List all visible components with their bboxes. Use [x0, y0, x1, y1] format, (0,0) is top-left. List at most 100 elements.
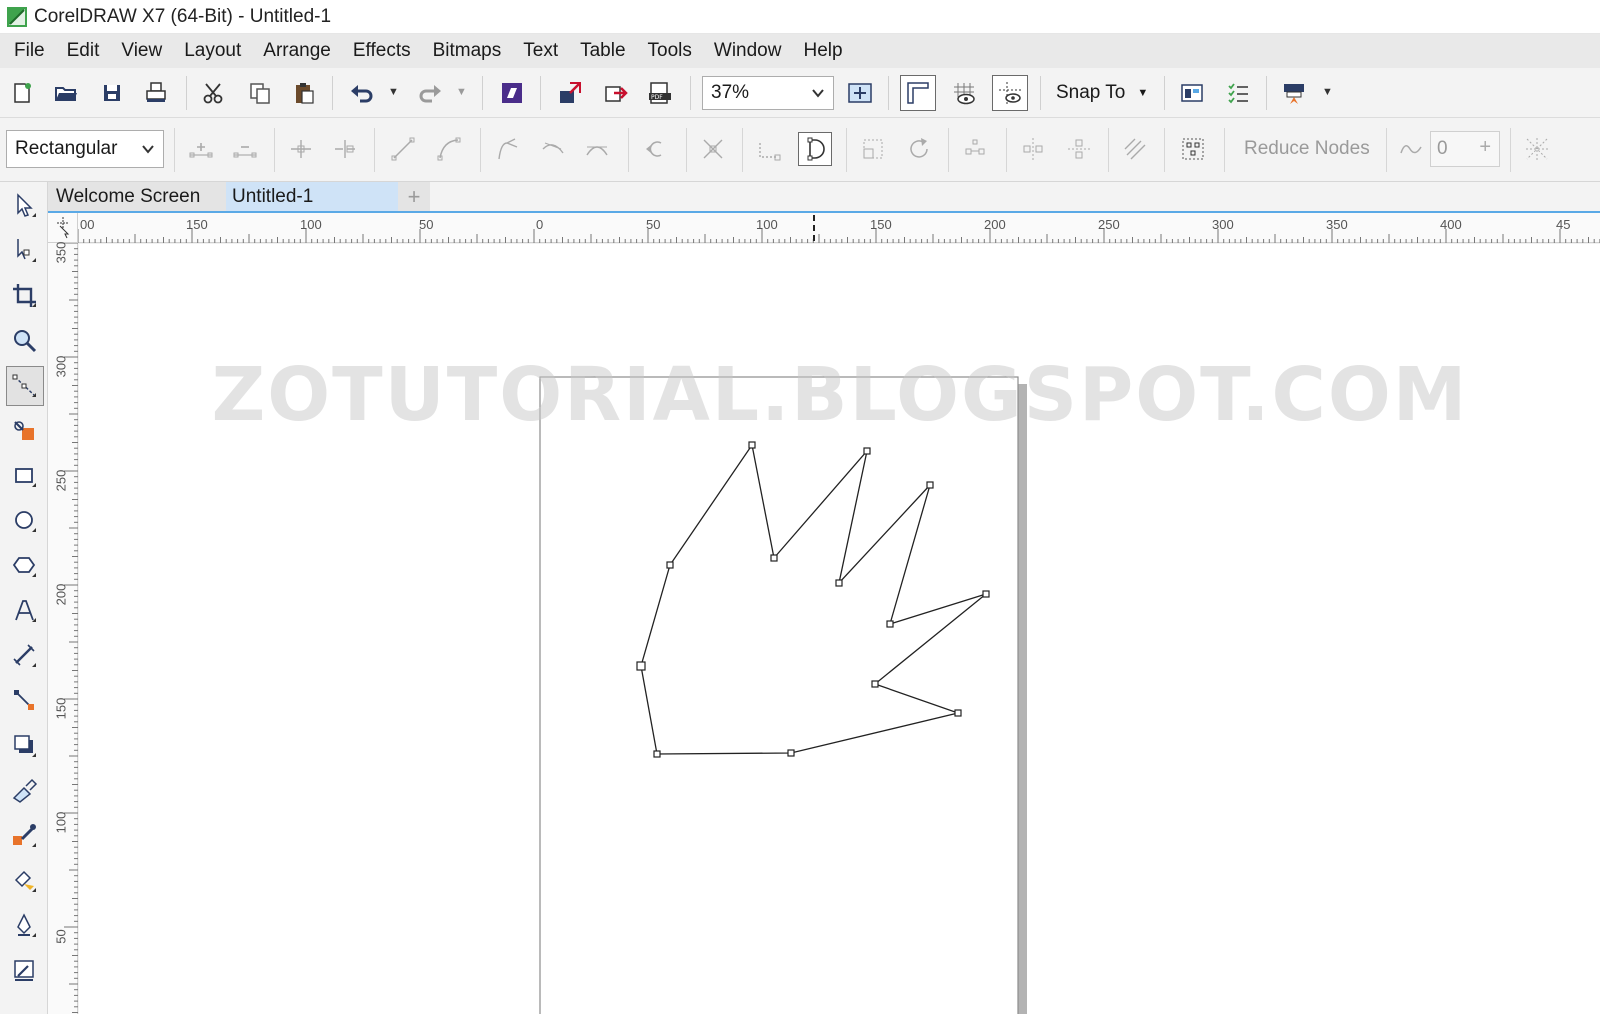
menu-bitmaps[interactable]: Bitmaps — [423, 40, 514, 62]
reflect-nodes-horizontal-button[interactable] — [1016, 132, 1050, 166]
color-eyedropper-tool[interactable] — [6, 816, 44, 856]
menu-help[interactable]: Help — [793, 40, 854, 62]
path-node[interactable] — [886, 620, 894, 628]
launcher-dropdown-arrow[interactable]: ▼ — [1322, 86, 1333, 98]
path-node[interactable] — [748, 441, 756, 449]
add-node-button[interactable] — [184, 132, 218, 166]
horizontal-ruler[interactable]: 00 150 100 50 0 50 100 150 200 250 300 3… — [78, 213, 1600, 243]
shape-tool[interactable] — [6, 231, 44, 271]
publish-pdf-button[interactable]: PDF — [642, 75, 678, 111]
menu-arrange[interactable]: Arrange — [253, 40, 343, 62]
text-tool[interactable] — [6, 591, 44, 631]
delete-node-button[interactable] — [228, 132, 262, 166]
undo-button[interactable] — [344, 75, 380, 111]
menu-edit[interactable]: Edit — [57, 40, 112, 62]
full-screen-preview-button[interactable] — [842, 75, 878, 111]
crop-tool[interactable] — [6, 276, 44, 316]
options-button[interactable] — [1220, 75, 1256, 111]
stretch-scale-nodes-button[interactable] — [856, 132, 890, 166]
reflect-nodes-vertical-button[interactable] — [1062, 132, 1096, 166]
close-curve-button[interactable] — [798, 132, 832, 166]
select-all-nodes-button[interactable] — [1176, 132, 1210, 166]
connector-tool[interactable] — [6, 681, 44, 721]
smart-fill-tool[interactable] — [6, 411, 44, 451]
paste-button[interactable] — [286, 75, 322, 111]
application-launcher-button[interactable] — [1276, 75, 1312, 111]
show-grid-toggle[interactable] — [946, 75, 982, 111]
menu-view[interactable]: View — [111, 40, 174, 62]
convert-to-line-button[interactable] — [386, 132, 420, 166]
path-node[interactable] — [871, 680, 879, 688]
new-document-button[interactable] — [4, 75, 40, 111]
join-nodes-button[interactable] — [284, 132, 318, 166]
menu-text[interactable]: Text — [513, 40, 570, 62]
ruler-origin[interactable] — [48, 213, 78, 243]
drawing-canvas[interactable]: ZOTUTORIAL.BLOGSPOT.COM — [79, 244, 1600, 1014]
path-node[interactable] — [835, 579, 843, 587]
path-node[interactable] — [863, 447, 871, 455]
extend-curve-button[interactable] — [752, 132, 786, 166]
elastic-mode-button[interactable] — [1118, 132, 1152, 166]
smooth-node-button[interactable] — [536, 132, 570, 166]
new-tab-button[interactable]: + — [398, 182, 430, 211]
extract-subpath-button[interactable] — [696, 132, 730, 166]
path-node[interactable] — [954, 709, 962, 717]
path-node[interactable] — [787, 749, 795, 757]
menu-tools[interactable]: Tools — [638, 40, 704, 62]
align-nodes-button[interactable] — [958, 132, 992, 166]
cusp-node-button[interactable] — [490, 132, 524, 166]
outline-tool[interactable] — [6, 951, 44, 991]
ellipse-tool[interactable] — [6, 501, 44, 541]
rectangle-tool[interactable] — [6, 456, 44, 496]
zoom-level-select[interactable]: 37% — [702, 76, 834, 110]
open-button[interactable] — [48, 75, 84, 111]
zoom-tool[interactable] — [6, 321, 44, 361]
parallel-dimension-tool[interactable] — [6, 636, 44, 676]
menu-effects[interactable]: Effects — [343, 40, 423, 62]
save-button[interactable] — [94, 75, 130, 111]
freehand-tool[interactable] — [6, 366, 44, 406]
import-button[interactable] — [552, 75, 588, 111]
show-rulers-toggle[interactable] — [900, 75, 936, 111]
polygon-tool[interactable] — [6, 546, 44, 586]
path-node[interactable] — [666, 561, 674, 569]
tab-untitled-1[interactable]: Untitled-1 — [226, 182, 398, 211]
print-button[interactable] — [138, 75, 174, 111]
search-content-button[interactable] — [494, 75, 530, 111]
menu-table[interactable]: Table — [570, 40, 637, 62]
tab-welcome-screen[interactable]: Welcome Screen — [48, 182, 226, 211]
welcome-screen-button[interactable] — [1174, 75, 1210, 111]
pick-tool[interactable] — [6, 186, 44, 226]
menu-layout[interactable]: Layout — [174, 40, 253, 62]
vertical-ruler[interactable]: 350 300 250 200 150 100 50 — [48, 242, 78, 1014]
selection-mode-select[interactable]: Rectangular — [6, 130, 164, 168]
interactive-fill-tool[interactable] — [6, 861, 44, 901]
reduce-nodes-button[interactable]: Reduce Nodes — [1244, 138, 1370, 160]
slider-handle-icon[interactable]: + — [1479, 136, 1491, 159]
path-node[interactable] — [653, 750, 661, 758]
path-node[interactable] — [770, 554, 778, 562]
symmetrical-node-button[interactable] — [580, 132, 614, 166]
transparency-tool[interactable] — [6, 771, 44, 811]
curve-smoothness-input[interactable]: 0 + — [1430, 131, 1500, 167]
path-node[interactable] — [926, 481, 934, 489]
convert-to-curve-button[interactable] — [432, 132, 466, 166]
cut-button[interactable] — [196, 75, 232, 111]
export-button[interactable] — [598, 75, 634, 111]
show-guidelines-toggle[interactable] — [992, 75, 1028, 111]
menu-window[interactable]: Window — [704, 40, 794, 62]
redo-dropdown-arrow[interactable]: ▼ — [456, 86, 467, 98]
break-curve-button[interactable] — [328, 132, 362, 166]
smart-fill-pen-tool[interactable] — [6, 906, 44, 946]
path-node[interactable] — [982, 590, 990, 598]
drop-shadow-tool[interactable] — [6, 726, 44, 766]
copy-button[interactable] — [242, 75, 278, 111]
reverse-direction-button[interactable] — [638, 132, 672, 166]
rotate-skew-nodes-button[interactable] — [902, 132, 936, 166]
path-start-node[interactable] — [636, 661, 646, 671]
select-all-nodes-toggle[interactable] — [1520, 132, 1554, 166]
undo-dropdown-arrow[interactable]: ▼ — [388, 86, 399, 98]
snap-to-dropdown[interactable]: Snap To ▼ — [1056, 78, 1148, 108]
menu-file[interactable]: File — [4, 40, 57, 62]
redo-button[interactable] — [412, 75, 448, 111]
